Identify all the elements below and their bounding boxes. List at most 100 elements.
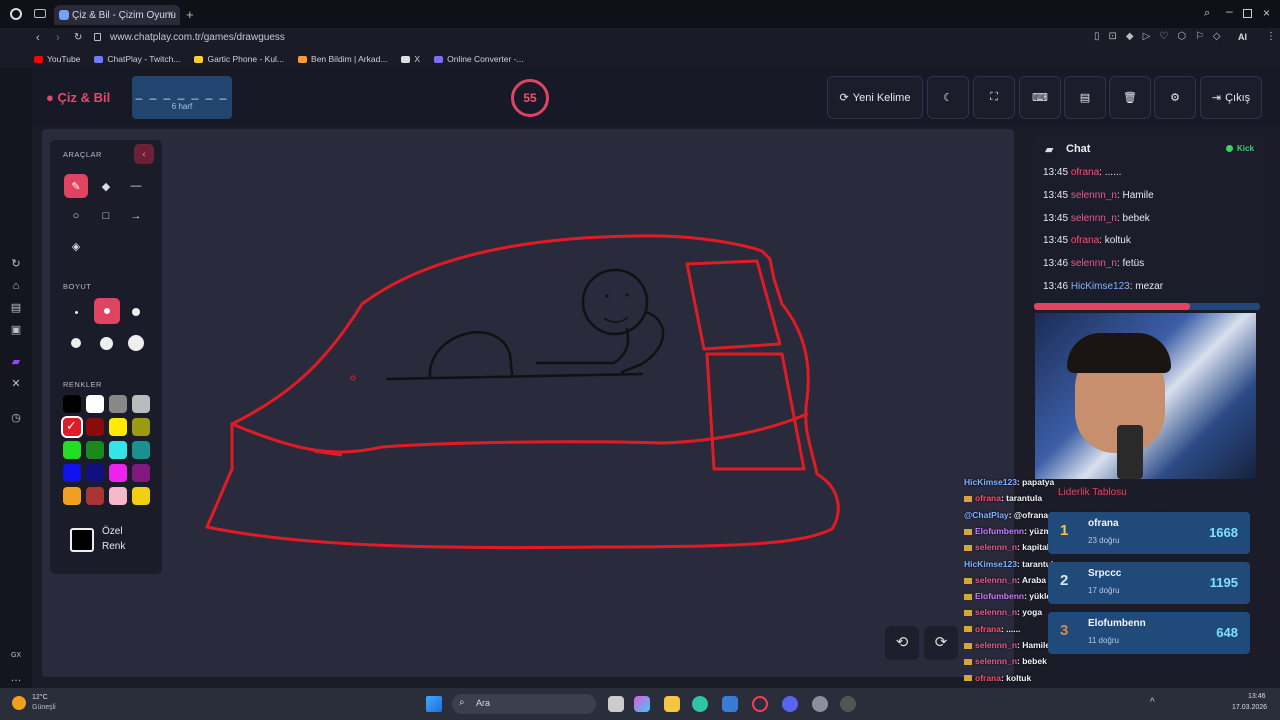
brush-tool[interactable]: ✎ bbox=[64, 174, 88, 198]
tab-current[interactable]: Çiz & Bil - Çizim Oyunu × bbox=[54, 5, 180, 25]
fullscreen-button[interactable]: ⛶ bbox=[973, 76, 1015, 119]
size-1[interactable] bbox=[64, 300, 88, 324]
forward-icon[interactable]: › bbox=[56, 32, 60, 44]
extensions-icons[interactable]: ▯⊡◆▷♡⬡⚐◇ bbox=[1094, 31, 1230, 42]
color-swatch[interactable] bbox=[63, 464, 81, 482]
dark-mode-button[interactable]: ☾ bbox=[927, 76, 969, 119]
twitch-icon[interactable]: ▰ bbox=[10, 356, 22, 368]
settings-button[interactable]: ⚙ bbox=[1154, 76, 1196, 119]
color-swatch[interactable] bbox=[132, 441, 150, 459]
tabs-icon[interactable] bbox=[34, 9, 46, 18]
bookmark-item[interactable]: Ben Bildim | Arkad... bbox=[298, 54, 387, 64]
gx-icon[interactable]: GX bbox=[10, 650, 22, 662]
steam-icon[interactable] bbox=[812, 696, 828, 712]
color-swatch[interactable] bbox=[86, 395, 104, 413]
color-swatch[interactable] bbox=[132, 418, 150, 436]
app-logo[interactable]: ● Çiz & Bil bbox=[46, 90, 110, 105]
new-tab-icon[interactable]: + bbox=[186, 7, 194, 22]
color-swatch[interactable] bbox=[132, 464, 150, 482]
size-6[interactable] bbox=[124, 331, 148, 355]
archive-button[interactable]: ▤ bbox=[1064, 76, 1106, 119]
taskbar-search[interactable]: ⌕ Ara bbox=[452, 694, 596, 714]
obs-icon[interactable] bbox=[840, 696, 856, 712]
history-icon[interactable]: ↻ bbox=[10, 258, 22, 270]
drawing-canvas[interactable]: ⟲ ⟳ bbox=[42, 129, 1014, 677]
chat-username[interactable]: selennn_n bbox=[1071, 190, 1117, 201]
arrow-tool[interactable]: → bbox=[124, 204, 148, 228]
back-icon[interactable]: ‹ bbox=[36, 32, 40, 44]
bookmark-item[interactable]: Online Converter -... bbox=[434, 54, 524, 64]
bookmark-favicon-icon bbox=[401, 55, 411, 63]
weather-icon[interactable] bbox=[12, 696, 26, 710]
color-swatch[interactable] bbox=[109, 441, 127, 459]
color-swatch[interactable] bbox=[109, 418, 127, 436]
tag-icon[interactable]: ▤ bbox=[10, 302, 22, 314]
edge-icon[interactable] bbox=[692, 696, 708, 712]
circle-tool[interactable]: ○ bbox=[64, 204, 88, 228]
search-tabs-icon[interactable]: ⌕ bbox=[1204, 7, 1210, 20]
color-swatch[interactable] bbox=[63, 395, 81, 413]
bookmark-item[interactable]: ChatPlay - Twitch... bbox=[94, 54, 180, 64]
chat-username[interactable]: selennn_n bbox=[1071, 258, 1117, 269]
tray-chevron-icon[interactable]: ^ bbox=[1150, 697, 1155, 708]
new-word-button[interactable]: ⟳ Yeni Kelime bbox=[827, 76, 923, 119]
bookmark-item[interactable]: X bbox=[401, 54, 420, 64]
more-icon[interactable]: … bbox=[10, 672, 22, 684]
color-swatch[interactable] bbox=[86, 418, 104, 436]
color-swatch[interactable] bbox=[109, 464, 127, 482]
size-3[interactable] bbox=[124, 300, 148, 324]
store-icon[interactable] bbox=[722, 696, 738, 712]
color-swatch[interactable] bbox=[132, 487, 150, 505]
clear-canvas-button[interactable]: 🗑 bbox=[1109, 76, 1151, 119]
color-swatch[interactable] bbox=[132, 395, 150, 413]
messenger-icon[interactable]: ▣ bbox=[10, 324, 22, 336]
size-2[interactable] bbox=[94, 298, 120, 324]
color-swatch[interactable] bbox=[63, 487, 81, 505]
redo-button[interactable]: ⟳ bbox=[924, 626, 958, 660]
chat-username[interactable]: selennn_n bbox=[1071, 213, 1117, 224]
discord-icon[interactable] bbox=[782, 696, 798, 712]
eraser-tool[interactable]: ◆ bbox=[94, 174, 118, 198]
platform-badge-icon bbox=[964, 544, 972, 551]
close-window-icon[interactable]: × bbox=[1263, 6, 1270, 20]
color-swatch[interactable] bbox=[109, 487, 127, 505]
color-swatch[interactable] bbox=[86, 464, 104, 482]
minimize-icon[interactable]: – bbox=[1226, 4, 1233, 18]
color-swatch[interactable] bbox=[86, 487, 104, 505]
ai-button[interactable]: AI bbox=[1238, 32, 1247, 42]
chat-username[interactable]: HicKimse123 bbox=[1071, 281, 1130, 292]
opera-logo-icon[interactable] bbox=[10, 8, 22, 20]
fill-tool[interactable]: ◈ bbox=[64, 234, 88, 258]
size-5[interactable] bbox=[94, 331, 118, 355]
bookmark-item[interactable]: Gartic Phone - Kul... bbox=[194, 54, 284, 64]
leaderboard-sub: 11 doğru bbox=[1088, 636, 1119, 645]
opera-gx-icon[interactable] bbox=[752, 696, 768, 712]
line-tool[interactable]: — bbox=[124, 174, 148, 198]
exit-button[interactable]: ⇥ Çıkış bbox=[1200, 76, 1262, 119]
bag-icon[interactable]: ⌂ bbox=[10, 280, 22, 292]
explorer-icon[interactable] bbox=[664, 696, 680, 712]
reload-icon[interactable]: ↻ bbox=[74, 32, 82, 43]
size-4[interactable] bbox=[64, 331, 88, 355]
close-tab-icon[interactable]: × bbox=[168, 9, 174, 20]
rectangle-tool[interactable]: □ bbox=[94, 204, 118, 228]
bookmark-item[interactable]: YouTube bbox=[34, 54, 80, 64]
color-swatch[interactable] bbox=[86, 441, 104, 459]
menu-icon[interactable]: ⋮ bbox=[1266, 31, 1276, 42]
maximize-icon[interactable] bbox=[1243, 9, 1252, 18]
copilot-icon[interactable] bbox=[634, 696, 650, 712]
collapse-tools-button[interactable]: ‹ bbox=[134, 144, 154, 164]
task-view-icon[interactable] bbox=[608, 696, 624, 712]
chat-username[interactable]: ofrana bbox=[1071, 235, 1099, 246]
chat-username[interactable]: ofrana bbox=[1071, 167, 1099, 178]
color-swatch[interactable] bbox=[63, 441, 81, 459]
x-icon[interactable]: ✕ bbox=[10, 378, 22, 390]
start-icon[interactable] bbox=[426, 696, 442, 712]
color-swatch[interactable]: ✓ bbox=[61, 416, 83, 438]
keyboard-button[interactable]: ⌨ bbox=[1019, 76, 1061, 119]
color-swatch[interactable] bbox=[109, 395, 127, 413]
clock-icon[interactable]: ◷ bbox=[10, 412, 22, 424]
url-field[interactable]: www.chatplay.com.tr/games/drawguess bbox=[110, 32, 285, 43]
custom-color-button[interactable]: Özel Renk bbox=[68, 526, 150, 558]
undo-button[interactable]: ⟲ bbox=[885, 626, 919, 660]
